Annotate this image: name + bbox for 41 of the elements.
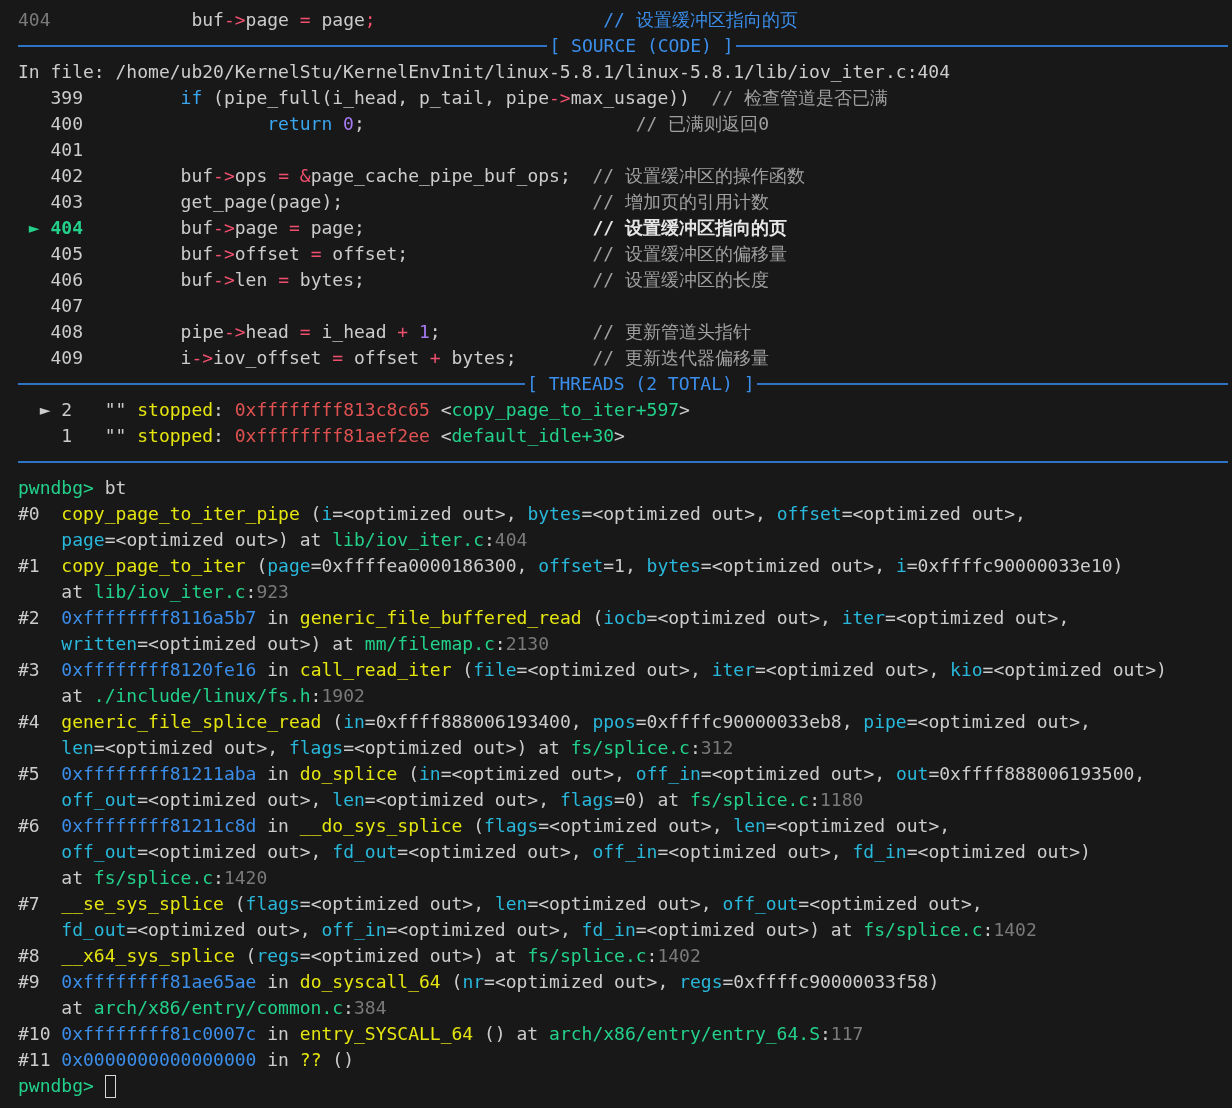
terminal-line: #0 copy_page_to_iter_pipe (i=<optimized out>, bytes=<optimized out>, offset=<optimized out>, <box>18 502 1026 526</box>
terminal-line: In file: /home/ub20/KernelStu/KernelEnvInit/linux-5.8.1/linux-5.8.1/lib/iov_iter.c:404 <box>18 60 950 84</box>
terminal-line: off_out=<optimized out>, len=<optimized out>, flags=0) at fs/splice.c:1180 <box>60 788 864 812</box>
terminal-line: at lib/iov_iter.c:923 <box>60 580 289 604</box>
terminal-line: #3 0xffffffff8120fe16 in call_read_iter (file=<optimized out>, iter=<optimized out>, kio=<optimized out>) <box>18 658 1167 682</box>
terminal-line: #10 0xffffffff81c0007c in entry_SYSCALL_64 () at arch/x86/entry/entry_64.S:117 <box>18 1022 864 1046</box>
terminal-line: #4 generic_file_splice_read (in=0xffff888006193400, ppos=0xffffc90000033eb8, pipe=<optimized out>, <box>18 710 1091 734</box>
terminal-line: 405 buf->offset = offset; // 设置缓冲区的偏移量 <box>49 242 787 266</box>
terminal-line: #8 __x64_sys_splice (regs=<optimized out>) at fs/splice.c:1402 <box>18 944 701 968</box>
terminal-line: #2 0xffffffff8116a5b7 in generic_file_buffered_read (iocb=<optimized out>, iter=<optimized out>, <box>18 606 1070 630</box>
section-title: [ THREADS (2 TOTAL) ] <box>525 372 756 396</box>
terminal-line: 400 return 0; // 已满则返回0 <box>49 112 770 136</box>
terminal-line: len=<optimized out>, flags=<optimized out>) at fs/splice.c:312 <box>60 736 734 760</box>
terminal-line: 407 <box>49 294 84 318</box>
terminal-line: off_out=<optimized out>, fd_out=<optimized out>, off_in=<optimized out>, fd_in=<optimized out>) <box>60 840 1091 864</box>
terminal-line: 409 i->iov_offset = offset + bytes; // 更新迭代器偏移量 <box>49 346 769 370</box>
terminal-line: #9 0xffffffff81ae65ae in do_syscall_64 (nr=<optimized out>, regs=0xffffc90000033f58) <box>18 970 940 994</box>
terminal-line: page=<optimized out>) at lib/iov_iter.c:404 <box>60 528 528 552</box>
terminal-line: 404 buf->page = page; // 设置缓冲区指向的页 <box>18 8 798 32</box>
terminal-line: at ./include/linux/fs.h:1902 <box>60 684 365 708</box>
terminal-line: #1 copy_page_to_iter (page=0xffffea0000186300, offset=1, bytes=<optimized out>, i=0xffffc90000033e10) <box>18 554 1124 578</box>
terminal-line: pwndbg> bt <box>18 476 127 500</box>
terminal-line: #7 __se_sys_splice (flags=<optimized out>, len=<optimized out>, off_out=<optimized out>, <box>18 892 983 916</box>
terminal-line: 399 if (pipe_full(i_head, p_tail, pipe->max_usage)) // 检查管道是否已满 <box>49 86 889 110</box>
terminal-line: #5 0xffffffff81211aba in do_splice (in=<optimized out>, off_in=<optimized out>, out=0xffff888006193500, <box>18 762 1146 786</box>
terminal-line: at fs/splice.c:1420 <box>60 866 268 890</box>
terminal-line: 403 get_page(page); // 增加页的引用计数 <box>49 190 769 214</box>
terminal-line: #11 0x0000000000000000 in ?? () <box>18 1048 354 1072</box>
terminal-line: #6 0xffffffff81211c8d in __do_sys_splice (flags=<optimized out>, len=<optimized out>, <box>18 814 951 838</box>
terminal-line: 401 <box>49 138 84 162</box>
section-title: [ SOURCE (CODE) ] <box>548 34 735 58</box>
terminal-line: 408 pipe->head = i_head + 1; // 更新管道头指针 <box>49 320 751 344</box>
terminal-line: fd_out=<optimized out>, off_in=<optimized out>, fd_in=<optimized out>) at fs/splice.c:1402 <box>60 918 1037 942</box>
terminal-line: 402 buf->ops = &page_cache_pipe_buf_ops; // 设置缓冲区的操作函数 <box>49 164 805 188</box>
terminal-line: ► 404 buf->page = page; // 设置缓冲区指向的页 <box>27 216 787 240</box>
terminal-line: at arch/x86/entry/common.c:384 <box>60 996 387 1020</box>
terminal-line: 1 "" stopped: 0xffffffff81aef2ee <default_idle+30> <box>60 424 625 448</box>
terminal-line: ► 2 "" stopped: 0xffffffff813c8c65 <copy_page_to_iter+597> <box>38 398 690 422</box>
terminal-line: 406 buf->len = bytes; // 设置缓冲区的长度 <box>49 268 769 292</box>
terminal-line: written=<optimized out>) at mm/filemap.c:2130 <box>60 632 550 656</box>
terminal-line: pwndbg> <box>18 1074 95 1098</box>
